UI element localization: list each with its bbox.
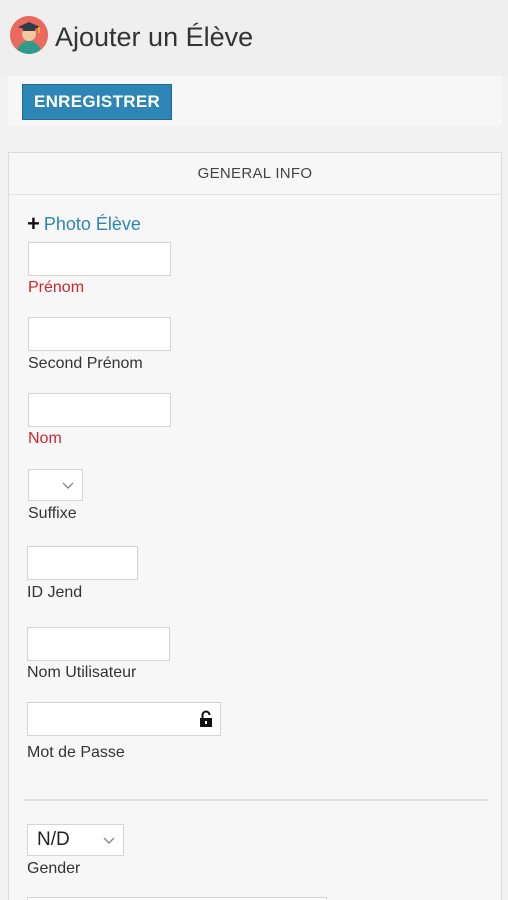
add-photo-link[interactable]: + Photo Élève	[27, 213, 141, 235]
page-title: Ajouter un Élève	[55, 22, 254, 52]
last-name-label: Nom	[28, 430, 62, 447]
tab-general-info[interactable]: GENERAL INFO	[9, 153, 501, 195]
id-field[interactable]	[27, 546, 138, 580]
add-photo-label: Photo Élève	[43, 213, 141, 234]
chevron-down-icon	[62, 482, 74, 489]
first-name-field[interactable]	[28, 242, 171, 276]
last-name-field[interactable]	[28, 393, 171, 427]
save-button[interactable]: ENREGISTRER	[22, 84, 172, 120]
gender-value: N/D	[37, 829, 70, 850]
gender-label: Gender	[27, 860, 81, 877]
header: Ajouter un Élève	[0, 0, 508, 76]
toolbar: ENREGISTRER	[8, 76, 502, 126]
password-field[interactable]	[27, 702, 221, 736]
password-label: Mot de Passe	[27, 744, 125, 761]
general-info-panel: GENERAL INFO + Photo Élève Prénom Second…	[8, 152, 502, 900]
middle-name-label: Second Prénom	[28, 355, 143, 372]
first-name-label: Prénom	[28, 279, 85, 296]
middle-name-field[interactable]	[28, 317, 171, 351]
username-field[interactable]	[27, 627, 170, 661]
id-label: ID Jend	[27, 584, 83, 601]
suffix-select[interactable]	[28, 469, 83, 501]
suffix-label: Suffixe	[28, 505, 77, 522]
plus-icon: +	[27, 211, 40, 236]
student-graduate-icon	[10, 16, 48, 54]
divider	[23, 799, 489, 801]
gender-select[interactable]: N/D	[27, 824, 124, 856]
unlock-icon[interactable]	[198, 710, 214, 728]
chevron-down-icon	[103, 837, 115, 844]
username-label: Nom Utilisateur	[27, 664, 137, 681]
